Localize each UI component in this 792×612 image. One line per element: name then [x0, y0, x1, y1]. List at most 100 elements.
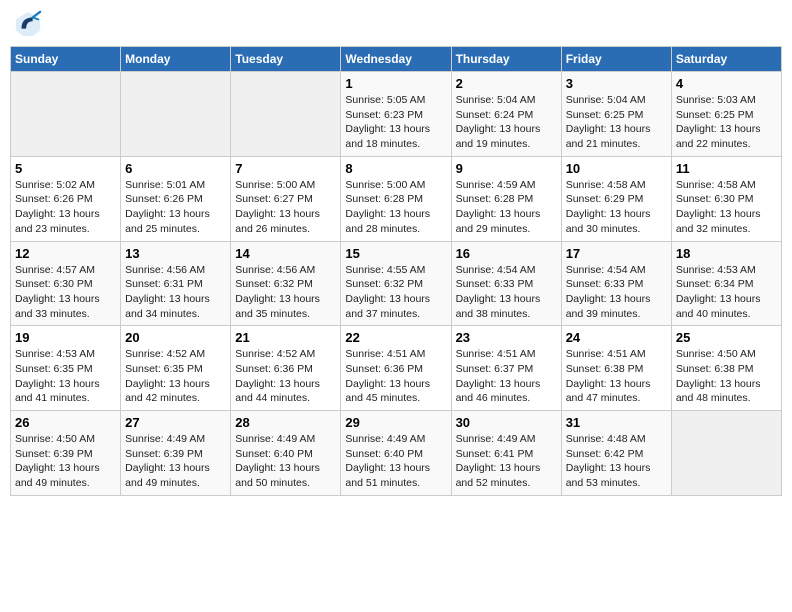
day-info: Sunrise: 4:51 AM Sunset: 6:37 PM Dayligh…: [456, 347, 557, 406]
day-number: 3: [566, 76, 667, 91]
day-info: Sunrise: 4:53 AM Sunset: 6:34 PM Dayligh…: [676, 263, 777, 322]
day-number: 28: [235, 415, 336, 430]
day-number: 31: [566, 415, 667, 430]
day-number: 15: [345, 246, 446, 261]
calendar-cell: 17 Sunrise: 4:54 AM Sunset: 6:33 PM Dayli…: [561, 241, 671, 326]
day-number: 10: [566, 161, 667, 176]
calendar-cell: 9 Sunrise: 4:59 AM Sunset: 6:28 PM Daylig…: [451, 156, 561, 241]
calendar-cell: 10Sunrise: 4:58 AM Sunset: 6:29 PM Dayli…: [561, 156, 671, 241]
day-info: Sunrise: 5:03 AM Sunset: 6:25 PM Dayligh…: [676, 93, 777, 152]
weekday-header-sunday: Sunday: [11, 47, 121, 72]
calendar-cell: 25 Sunrise: 4:50 AM Sunset: 6:38 PM Dayli…: [671, 326, 781, 411]
calendar-week-4: 19 Sunrise: 4:53 AM Sunset: 6:35 PM Dayli…: [11, 326, 782, 411]
day-number: 16: [456, 246, 557, 261]
calendar-cell: [231, 72, 341, 157]
day-info: Sunrise: 4:51 AM Sunset: 6:38 PM Dayligh…: [566, 347, 667, 406]
day-number: 19: [15, 330, 116, 345]
day-number: 24: [566, 330, 667, 345]
calendar-cell: 24 Sunrise: 4:51 AM Sunset: 6:38 PM Dayli…: [561, 326, 671, 411]
calendar-cell: 26 Sunrise: 4:50 AM Sunset: 6:39 PM Dayli…: [11, 411, 121, 496]
calendar-cell: 29 Sunrise: 4:49 AM Sunset: 6:40 PM Dayli…: [341, 411, 451, 496]
weekday-header-wednesday: Wednesday: [341, 47, 451, 72]
calendar-cell: 22 Sunrise: 4:51 AM Sunset: 6:36 PM Dayli…: [341, 326, 451, 411]
calendar-cell: 14 Sunrise: 4:56 AM Sunset: 6:32 PM Dayli…: [231, 241, 341, 326]
day-info: Sunrise: 5:02 AM Sunset: 6:26 PM Dayligh…: [15, 178, 116, 237]
calendar-week-2: 5 Sunrise: 5:02 AM Sunset: 6:26 PM Daylig…: [11, 156, 782, 241]
day-number: 4: [676, 76, 777, 91]
day-info: Sunrise: 4:54 AM Sunset: 6:33 PM Dayligh…: [456, 263, 557, 322]
day-info: Sunrise: 5:04 AM Sunset: 6:24 PM Dayligh…: [456, 93, 557, 152]
calendar-week-5: 26 Sunrise: 4:50 AM Sunset: 6:39 PM Dayli…: [11, 411, 782, 496]
calendar-cell: 18 Sunrise: 4:53 AM Sunset: 6:34 PM Dayli…: [671, 241, 781, 326]
calendar-week-1: 1Sunrise: 5:05 AM Sunset: 6:23 PM Daylig…: [11, 72, 782, 157]
weekday-header-saturday: Saturday: [671, 47, 781, 72]
day-info: Sunrise: 4:57 AM Sunset: 6:30 PM Dayligh…: [15, 263, 116, 322]
day-info: Sunrise: 4:50 AM Sunset: 6:39 PM Dayligh…: [15, 432, 116, 491]
day-number: 21: [235, 330, 336, 345]
weekday-header-thursday: Thursday: [451, 47, 561, 72]
day-number: 8: [345, 161, 446, 176]
day-number: 17: [566, 246, 667, 261]
day-info: Sunrise: 4:49 AM Sunset: 6:40 PM Dayligh…: [345, 432, 446, 491]
day-info: Sunrise: 4:55 AM Sunset: 6:32 PM Dayligh…: [345, 263, 446, 322]
calendar-cell: 30 Sunrise: 4:49 AM Sunset: 6:41 PM Dayli…: [451, 411, 561, 496]
day-info: Sunrise: 4:53 AM Sunset: 6:35 PM Dayligh…: [15, 347, 116, 406]
day-number: 22: [345, 330, 446, 345]
calendar-cell: 23 Sunrise: 4:51 AM Sunset: 6:37 PM Dayli…: [451, 326, 561, 411]
day-number: 13: [125, 246, 226, 261]
day-info: Sunrise: 4:52 AM Sunset: 6:35 PM Dayligh…: [125, 347, 226, 406]
day-info: Sunrise: 4:58 AM Sunset: 6:30 PM Dayligh…: [676, 178, 777, 237]
day-info: Sunrise: 5:04 AM Sunset: 6:25 PM Dayligh…: [566, 93, 667, 152]
day-number: 27: [125, 415, 226, 430]
day-info: Sunrise: 4:59 AM Sunset: 6:28 PM Dayligh…: [456, 178, 557, 237]
day-info: Sunrise: 4:49 AM Sunset: 6:39 PM Dayligh…: [125, 432, 226, 491]
logo: [14, 10, 44, 38]
calendar-body: 1Sunrise: 5:05 AM Sunset: 6:23 PM Daylig…: [11, 72, 782, 496]
calendar-cell: 15 Sunrise: 4:55 AM Sunset: 6:32 PM Dayli…: [341, 241, 451, 326]
day-info: Sunrise: 5:05 AM Sunset: 6:23 PM Dayligh…: [345, 93, 446, 152]
day-info: Sunrise: 4:50 AM Sunset: 6:38 PM Dayligh…: [676, 347, 777, 406]
day-number: 25: [676, 330, 777, 345]
day-info: Sunrise: 4:56 AM Sunset: 6:32 PM Dayligh…: [235, 263, 336, 322]
logo-icon: [14, 10, 42, 38]
day-number: 12: [15, 246, 116, 261]
calendar-cell: 13Sunrise: 4:56 AM Sunset: 6:31 PM Dayli…: [121, 241, 231, 326]
weekday-row: SundayMondayTuesdayWednesdayThursdayFrid…: [11, 47, 782, 72]
day-number: 7: [235, 161, 336, 176]
calendar-cell: 7 Sunrise: 5:00 AM Sunset: 6:27 PM Daylig…: [231, 156, 341, 241]
calendar-header: SundayMondayTuesdayWednesdayThursdayFrid…: [11, 47, 782, 72]
calendar-cell: 31Sunrise: 4:48 AM Sunset: 6:42 PM Dayli…: [561, 411, 671, 496]
day-info: Sunrise: 5:01 AM Sunset: 6:26 PM Dayligh…: [125, 178, 226, 237]
calendar-cell: 2 Sunrise: 5:04 AM Sunset: 6:24 PM Daylig…: [451, 72, 561, 157]
weekday-header-tuesday: Tuesday: [231, 47, 341, 72]
calendar-cell: 28Sunrise: 4:49 AM Sunset: 6:40 PM Dayli…: [231, 411, 341, 496]
day-info: Sunrise: 4:52 AM Sunset: 6:36 PM Dayligh…: [235, 347, 336, 406]
calendar-cell: 5 Sunrise: 5:02 AM Sunset: 6:26 PM Daylig…: [11, 156, 121, 241]
calendar-cell: 8Sunrise: 5:00 AM Sunset: 6:28 PM Daylig…: [341, 156, 451, 241]
calendar-cell: 11 Sunrise: 4:58 AM Sunset: 6:30 PM Dayli…: [671, 156, 781, 241]
day-number: 29: [345, 415, 446, 430]
day-number: 9: [456, 161, 557, 176]
calendar-cell: 21 Sunrise: 4:52 AM Sunset: 6:36 PM Dayli…: [231, 326, 341, 411]
calendar-cell: 27 Sunrise: 4:49 AM Sunset: 6:39 PM Dayli…: [121, 411, 231, 496]
day-info: Sunrise: 4:54 AM Sunset: 6:33 PM Dayligh…: [566, 263, 667, 322]
calendar-cell: 19 Sunrise: 4:53 AM Sunset: 6:35 PM Dayli…: [11, 326, 121, 411]
day-number: 18: [676, 246, 777, 261]
calendar-week-3: 12 Sunrise: 4:57 AM Sunset: 6:30 PM Dayli…: [11, 241, 782, 326]
day-number: 30: [456, 415, 557, 430]
weekday-header-monday: Monday: [121, 47, 231, 72]
day-number: 14: [235, 246, 336, 261]
day-number: 2: [456, 76, 557, 91]
day-info: Sunrise: 5:00 AM Sunset: 6:27 PM Dayligh…: [235, 178, 336, 237]
calendar-cell: 3 Sunrise: 5:04 AM Sunset: 6:25 PM Daylig…: [561, 72, 671, 157]
day-number: 23: [456, 330, 557, 345]
day-number: 20: [125, 330, 226, 345]
day-info: Sunrise: 4:51 AM Sunset: 6:36 PM Dayligh…: [345, 347, 446, 406]
day-info: Sunrise: 4:49 AM Sunset: 6:41 PM Dayligh…: [456, 432, 557, 491]
day-number: 5: [15, 161, 116, 176]
calendar-cell: [11, 72, 121, 157]
day-number: 11: [676, 161, 777, 176]
calendar-cell: 1Sunrise: 5:05 AM Sunset: 6:23 PM Daylig…: [341, 72, 451, 157]
calendar-cell: [121, 72, 231, 157]
day-number: 26: [15, 415, 116, 430]
